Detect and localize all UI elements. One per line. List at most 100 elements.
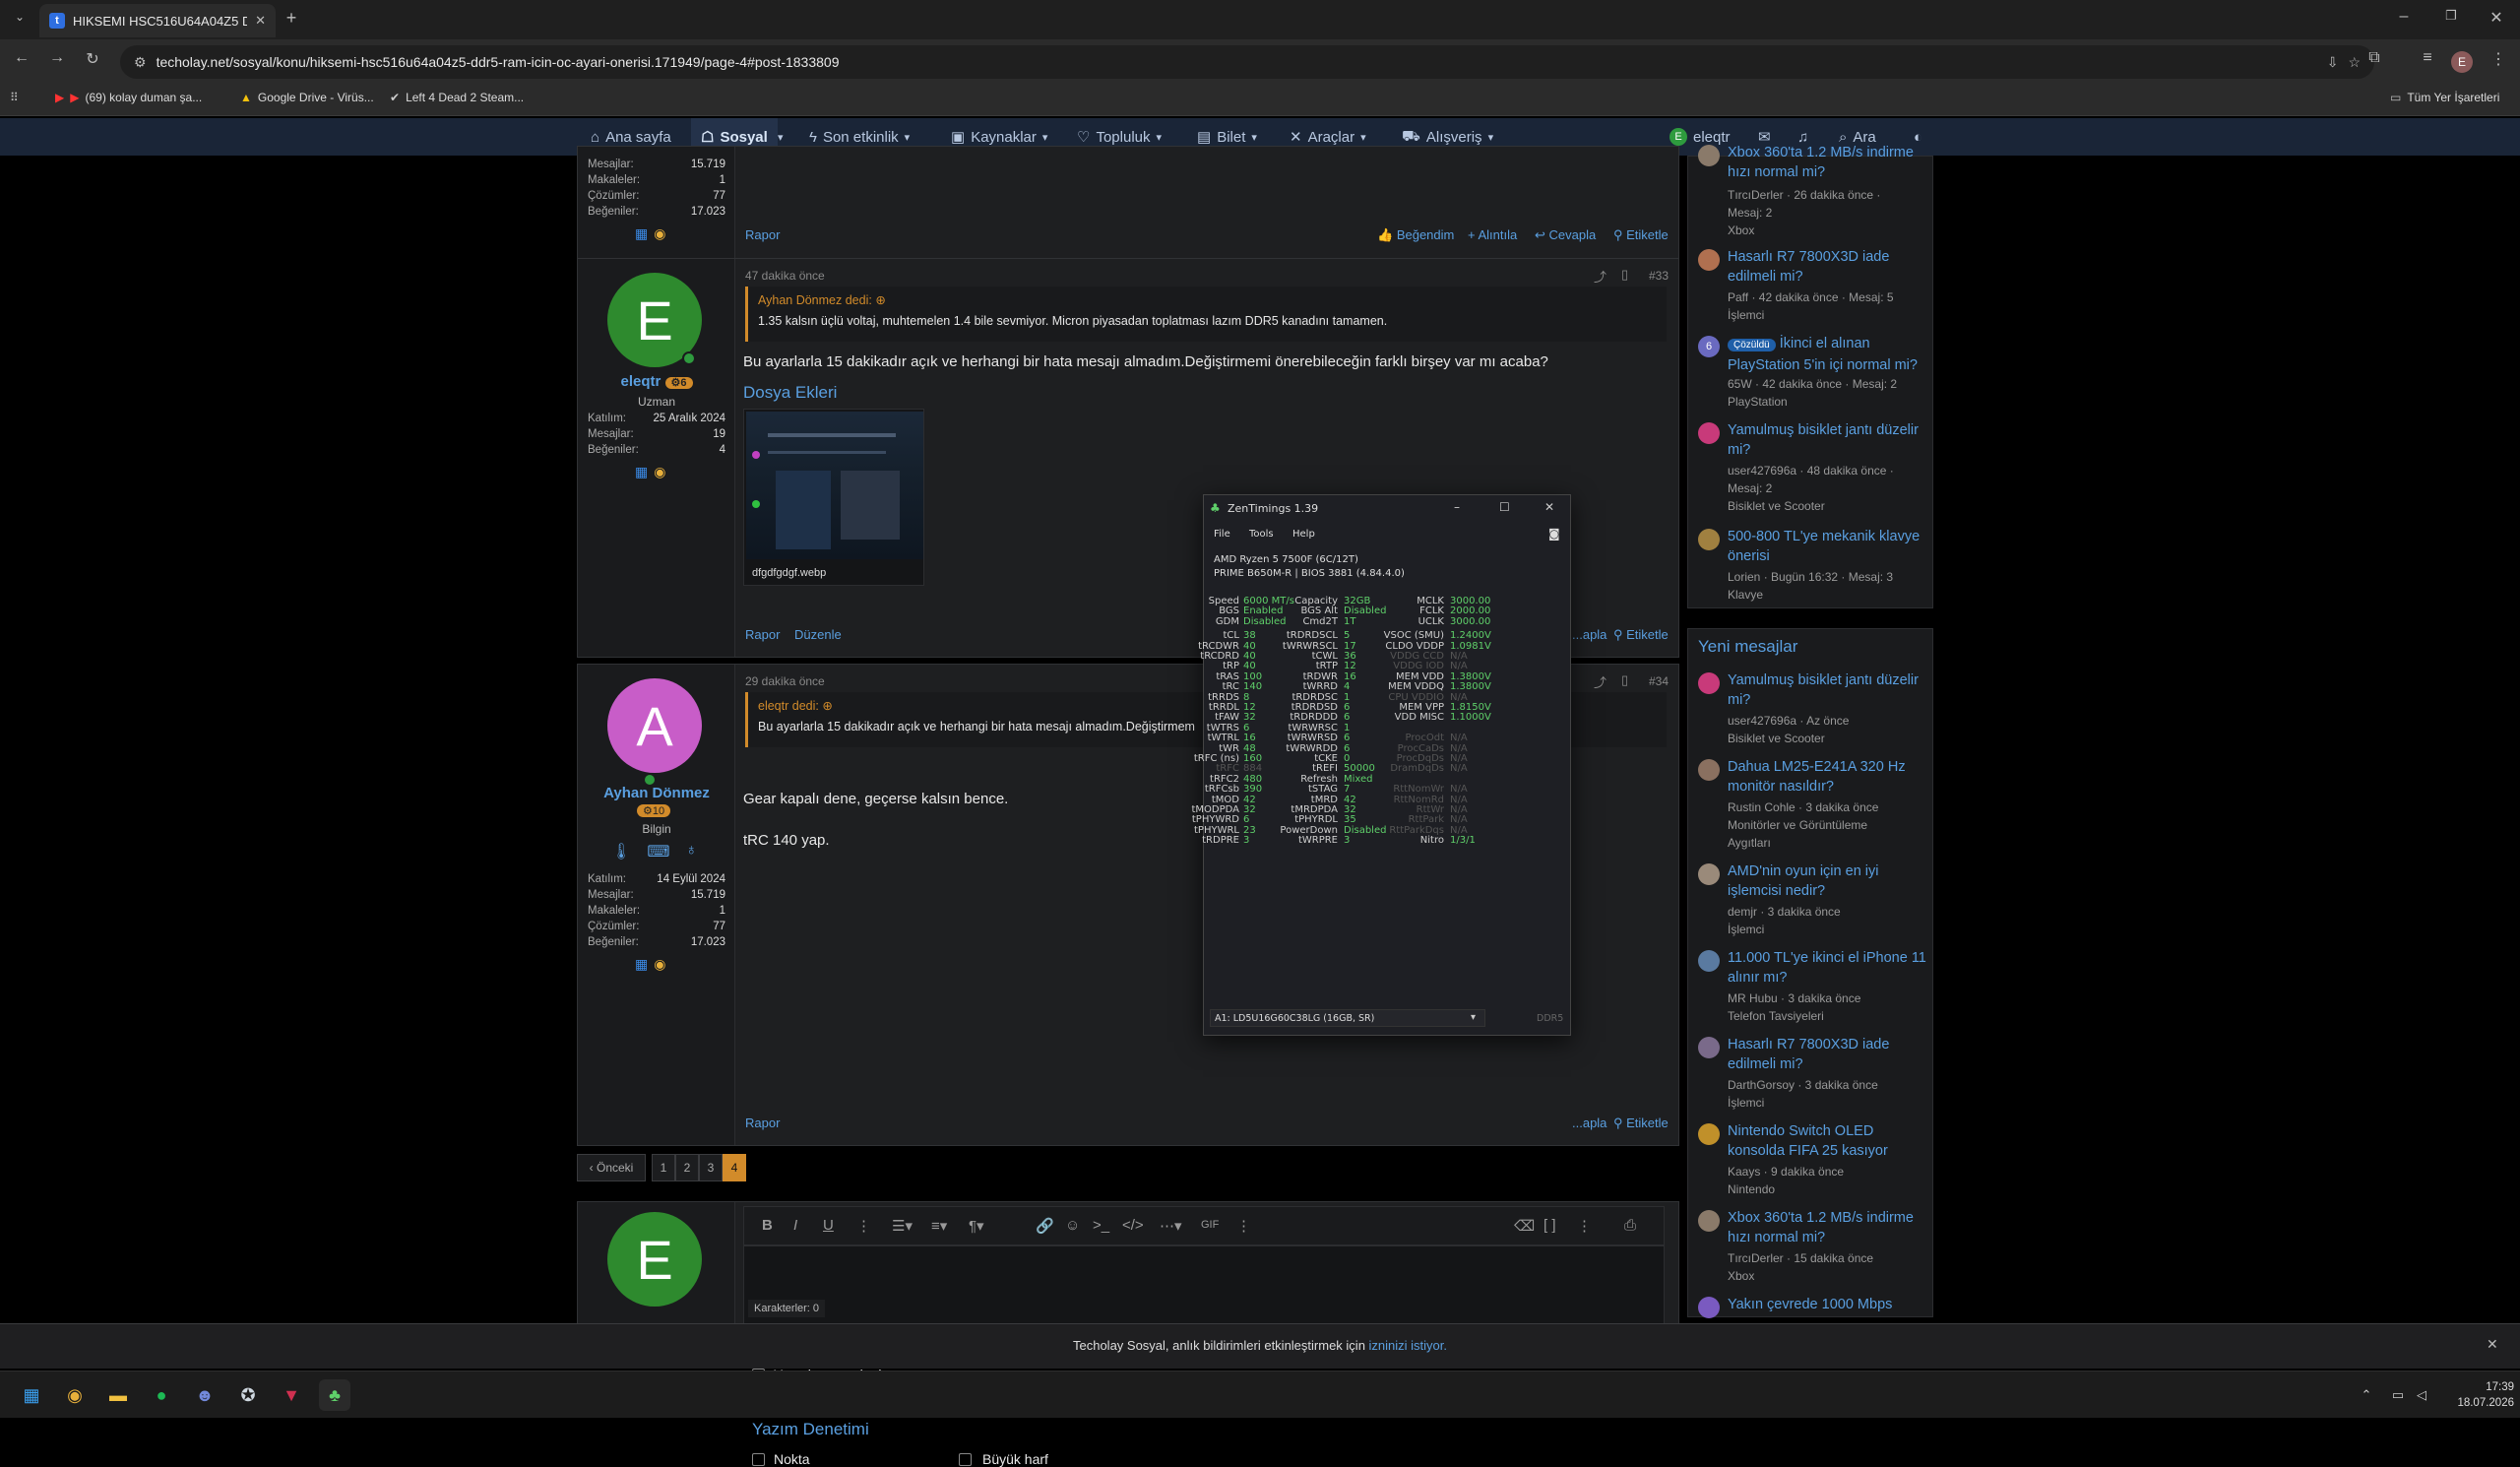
thread-forum[interactable]: Monitörler ve Görüntüleme: [1728, 816, 1926, 834]
thread-forum[interactable]: Xbox: [1728, 1267, 1926, 1285]
thread-title[interactable]: 11.000 TL'ye ikinci el iPhone 11 alınır …: [1728, 948, 1926, 988]
award-icon[interactable]: ♁: [685, 842, 697, 861]
report-link[interactable]: Rapor: [745, 627, 780, 642]
thread-title[interactable]: Nintendo Switch OLED konsolda FIFA 25 ka…: [1728, 1121, 1926, 1161]
post-time[interactable]: 29 dakika önce: [745, 674, 825, 688]
code-icon[interactable]: </>: [1122, 1217, 1144, 1234]
bbcode-icon[interactable]: [ ]: [1544, 1217, 1556, 1234]
post-number[interactable]: #33: [1649, 269, 1669, 283]
reload-icon[interactable]: ↻: [81, 49, 104, 69]
more-text-icon[interactable]: ⋮: [856, 1217, 871, 1235]
bookmark-star-icon[interactable]: ☆: [2348, 54, 2361, 71]
share-icon[interactable]: ⤴: [1594, 672, 1606, 691]
pagination-current-page[interactable]: 4: [723, 1154, 746, 1181]
paragraph-icon[interactable]: ¶▾: [969, 1217, 984, 1235]
new-tab-icon[interactable]: +: [280, 8, 303, 29]
install-app-icon[interactable]: ⇩: [2327, 54, 2339, 71]
browser-tab[interactable]: t HIKSEMI HSC516U64A04Z5 DD ✕: [39, 4, 276, 37]
bookmark-icon[interactable]: ▯: [1621, 267, 1628, 283]
zentimings-taskbar-icon[interactable]: ♣: [319, 1379, 350, 1411]
minimize-icon[interactable]: –: [2392, 8, 2416, 26]
thread-forum[interactable]: İşlemci: [1728, 921, 1926, 938]
site-info-icon[interactable]: ⚙: [134, 54, 147, 71]
thread-title[interactable]: 500-800 TL'ye mekanik klavye önerisi: [1728, 527, 1926, 566]
message-textarea[interactable]: Karakterler: 0: [743, 1245, 1665, 1324]
pagination-page[interactable]: 1: [652, 1154, 675, 1181]
share-icon[interactable]: ⤴: [1594, 267, 1606, 286]
camera-icon[interactable]: ◙: [1548, 527, 1560, 541]
profile-avatar[interactable]: E: [2451, 51, 2473, 73]
forward-icon[interactable]: →: [45, 49, 69, 67]
bookmark-steam[interactable]: ✔ Left 4 Dead 2 Steam...: [390, 91, 524, 104]
report-link[interactable]: Rapor: [745, 1116, 780, 1130]
thread-title[interactable]: Çözüldü İkinci el alınan PlayStation 5'i…: [1728, 334, 1926, 375]
tag-button[interactable]: ⚲ Etiketle: [1613, 627, 1669, 643]
sidebar-thread[interactable]: 6 Çözüldü İkinci el alınan PlayStation 5…: [1698, 334, 1926, 413]
zen-maximize-icon[interactable]: ☐: [1499, 500, 1510, 514]
sidebar-thread[interactable]: Yamulmuş bisiklet jantı düzelir mi? user…: [1698, 420, 1926, 513]
emoji-icon[interactable]: ☺: [1065, 1217, 1080, 1234]
extensions-icon[interactable]: ⧉: [2362, 49, 2386, 67]
chrome-menu-icon[interactable]: ⋮: [2487, 49, 2510, 69]
attachment-thumbnail[interactable]: dfgdfgdgf.webp: [743, 409, 924, 586]
tag-button[interactable]: ⚲ Etiketle: [1613, 1116, 1669, 1131]
riot-client-icon[interactable]: ▼: [276, 1379, 307, 1411]
thread-title[interactable]: Yamulmuş bisiklet jantı düzelir mi?: [1728, 670, 1926, 710]
pagination-prev[interactable]: ‹ Önceki: [577, 1154, 646, 1181]
username[interactable]: Ayhan Dönmez: [578, 785, 735, 801]
post-number[interactable]: #34: [1649, 674, 1669, 688]
thread-forum[interactable]: Telefon Tavsiyeleri: [1728, 1007, 1926, 1025]
zen-menu-tools[interactable]: Tools: [1249, 529, 1274, 540]
more-options-icon[interactable]: ⋮: [1236, 1217, 1251, 1235]
tab-search-icon[interactable]: ⌄: [8, 10, 32, 24]
thread-title[interactable]: AMD'nin oyun için en iyi işlemcisi nedir…: [1728, 861, 1926, 901]
zen-titlebar[interactable]: ♣ ZenTimings 1.39 – ☐ ✕: [1204, 495, 1570, 521]
thread-forum[interactable]: Bisiklet ve Scooter: [1728, 730, 1926, 747]
clock[interactable]: 17:39 18.07.2026: [2431, 1379, 2514, 1411]
underline-icon[interactable]: U: [823, 1217, 834, 1234]
notification-permission-link[interactable]: izninizi istiyor.: [1369, 1338, 1447, 1353]
insert-more-icon[interactable]: ⋯▾: [1160, 1217, 1182, 1235]
username[interactable]: eleqtr ⚙6: [578, 373, 735, 390]
thread-title[interactable]: Xbox 360'ta 1.2 MB/s indirme hızı normal…: [1728, 1208, 1926, 1247]
list-icon[interactable]: ☰▾: [892, 1217, 913, 1235]
thread-title[interactable]: Hasarlı R7 7800X3D iade edilmeli mi?: [1728, 1035, 1926, 1074]
steam-icon[interactable]: ✪: [232, 1379, 264, 1411]
eraser-icon[interactable]: ⌫: [1514, 1217, 1535, 1235]
sidebar-thread[interactable]: 500-800 TL'ye mekanik klavye önerisi Lor…: [1698, 527, 1926, 606]
bookmark-google-drive[interactable]: ▲ Google Drive - Virüs...: [240, 91, 374, 104]
thread-title[interactable]: Yakın çevrede 1000 Mbps: [1728, 1295, 1926, 1314]
gif-icon[interactable]: GIF: [1201, 1219, 1219, 1231]
reply-button[interactable]: ...apla: [1572, 627, 1606, 642]
thread-title[interactable]: Hasarlı R7 7800X3D iade edilmeli mi?: [1728, 247, 1926, 287]
address-bar[interactable]: ⚙ techolay.net/sosyal/konu/hiksemi-hsc51…: [120, 45, 2374, 79]
zen-minimize-icon[interactable]: –: [1454, 500, 1460, 514]
discord-icon[interactable]: ☻: [189, 1379, 220, 1411]
more-right-icon[interactable]: ⋮: [1577, 1217, 1592, 1235]
pagination-page[interactable]: 2: [675, 1154, 699, 1181]
restore-icon[interactable]: ❐: [2439, 8, 2463, 24]
thread-title[interactable]: Yamulmuş bisiklet jantı düzelir mi?: [1728, 420, 1926, 460]
thread-forum[interactable]: PlayStation: [1728, 393, 1926, 411]
quote-header[interactable]: eleqtr dedi: ⊕: [758, 698, 833, 713]
quote-button[interactable]: + Alıntıla: [1468, 227, 1517, 242]
zen-module-select[interactable]: A1: LD5U16G60C38LG (16GB, SR) ▾: [1210, 1009, 1485, 1027]
file-explorer-icon[interactable]: ▬: [102, 1379, 134, 1411]
sidebar-thread[interactable]: Xbox 360'ta 1.2 MB/s indirme hızı normal…: [1698, 143, 1926, 241]
thread-forum[interactable]: Aygıtları: [1728, 834, 1926, 852]
thread-forum[interactable]: Klavye: [1728, 586, 1926, 604]
keyboard-icon[interactable]: ⌨: [647, 842, 669, 861]
zentimings-window[interactable]: ♣ ZenTimings 1.39 – ☐ ✕ File Tools Help …: [1191, 494, 1571, 1036]
option-checkbox[interactable]: [959, 1453, 972, 1466]
windows-start-icon[interactable]: ▦: [16, 1379, 47, 1411]
thermometer-icon[interactable]: 🌡: [611, 842, 631, 861]
option-checkbox[interactable]: [752, 1453, 765, 1466]
thread-forum[interactable]: Bisiklet ve Scooter: [1728, 497, 1926, 515]
tag-button[interactable]: ⚲ Etiketle: [1613, 227, 1669, 243]
avatar[interactable]: A: [607, 678, 702, 773]
spotify-icon[interactable]: ●: [146, 1379, 177, 1411]
thread-forum[interactable]: İşlemci: [1728, 306, 1926, 324]
apps-icon[interactable]: ⠿: [10, 91, 19, 104]
thread-forum[interactable]: İşlemci: [1728, 1094, 1926, 1112]
reply-button[interactable]: ↩ Cevapla: [1535, 227, 1596, 243]
